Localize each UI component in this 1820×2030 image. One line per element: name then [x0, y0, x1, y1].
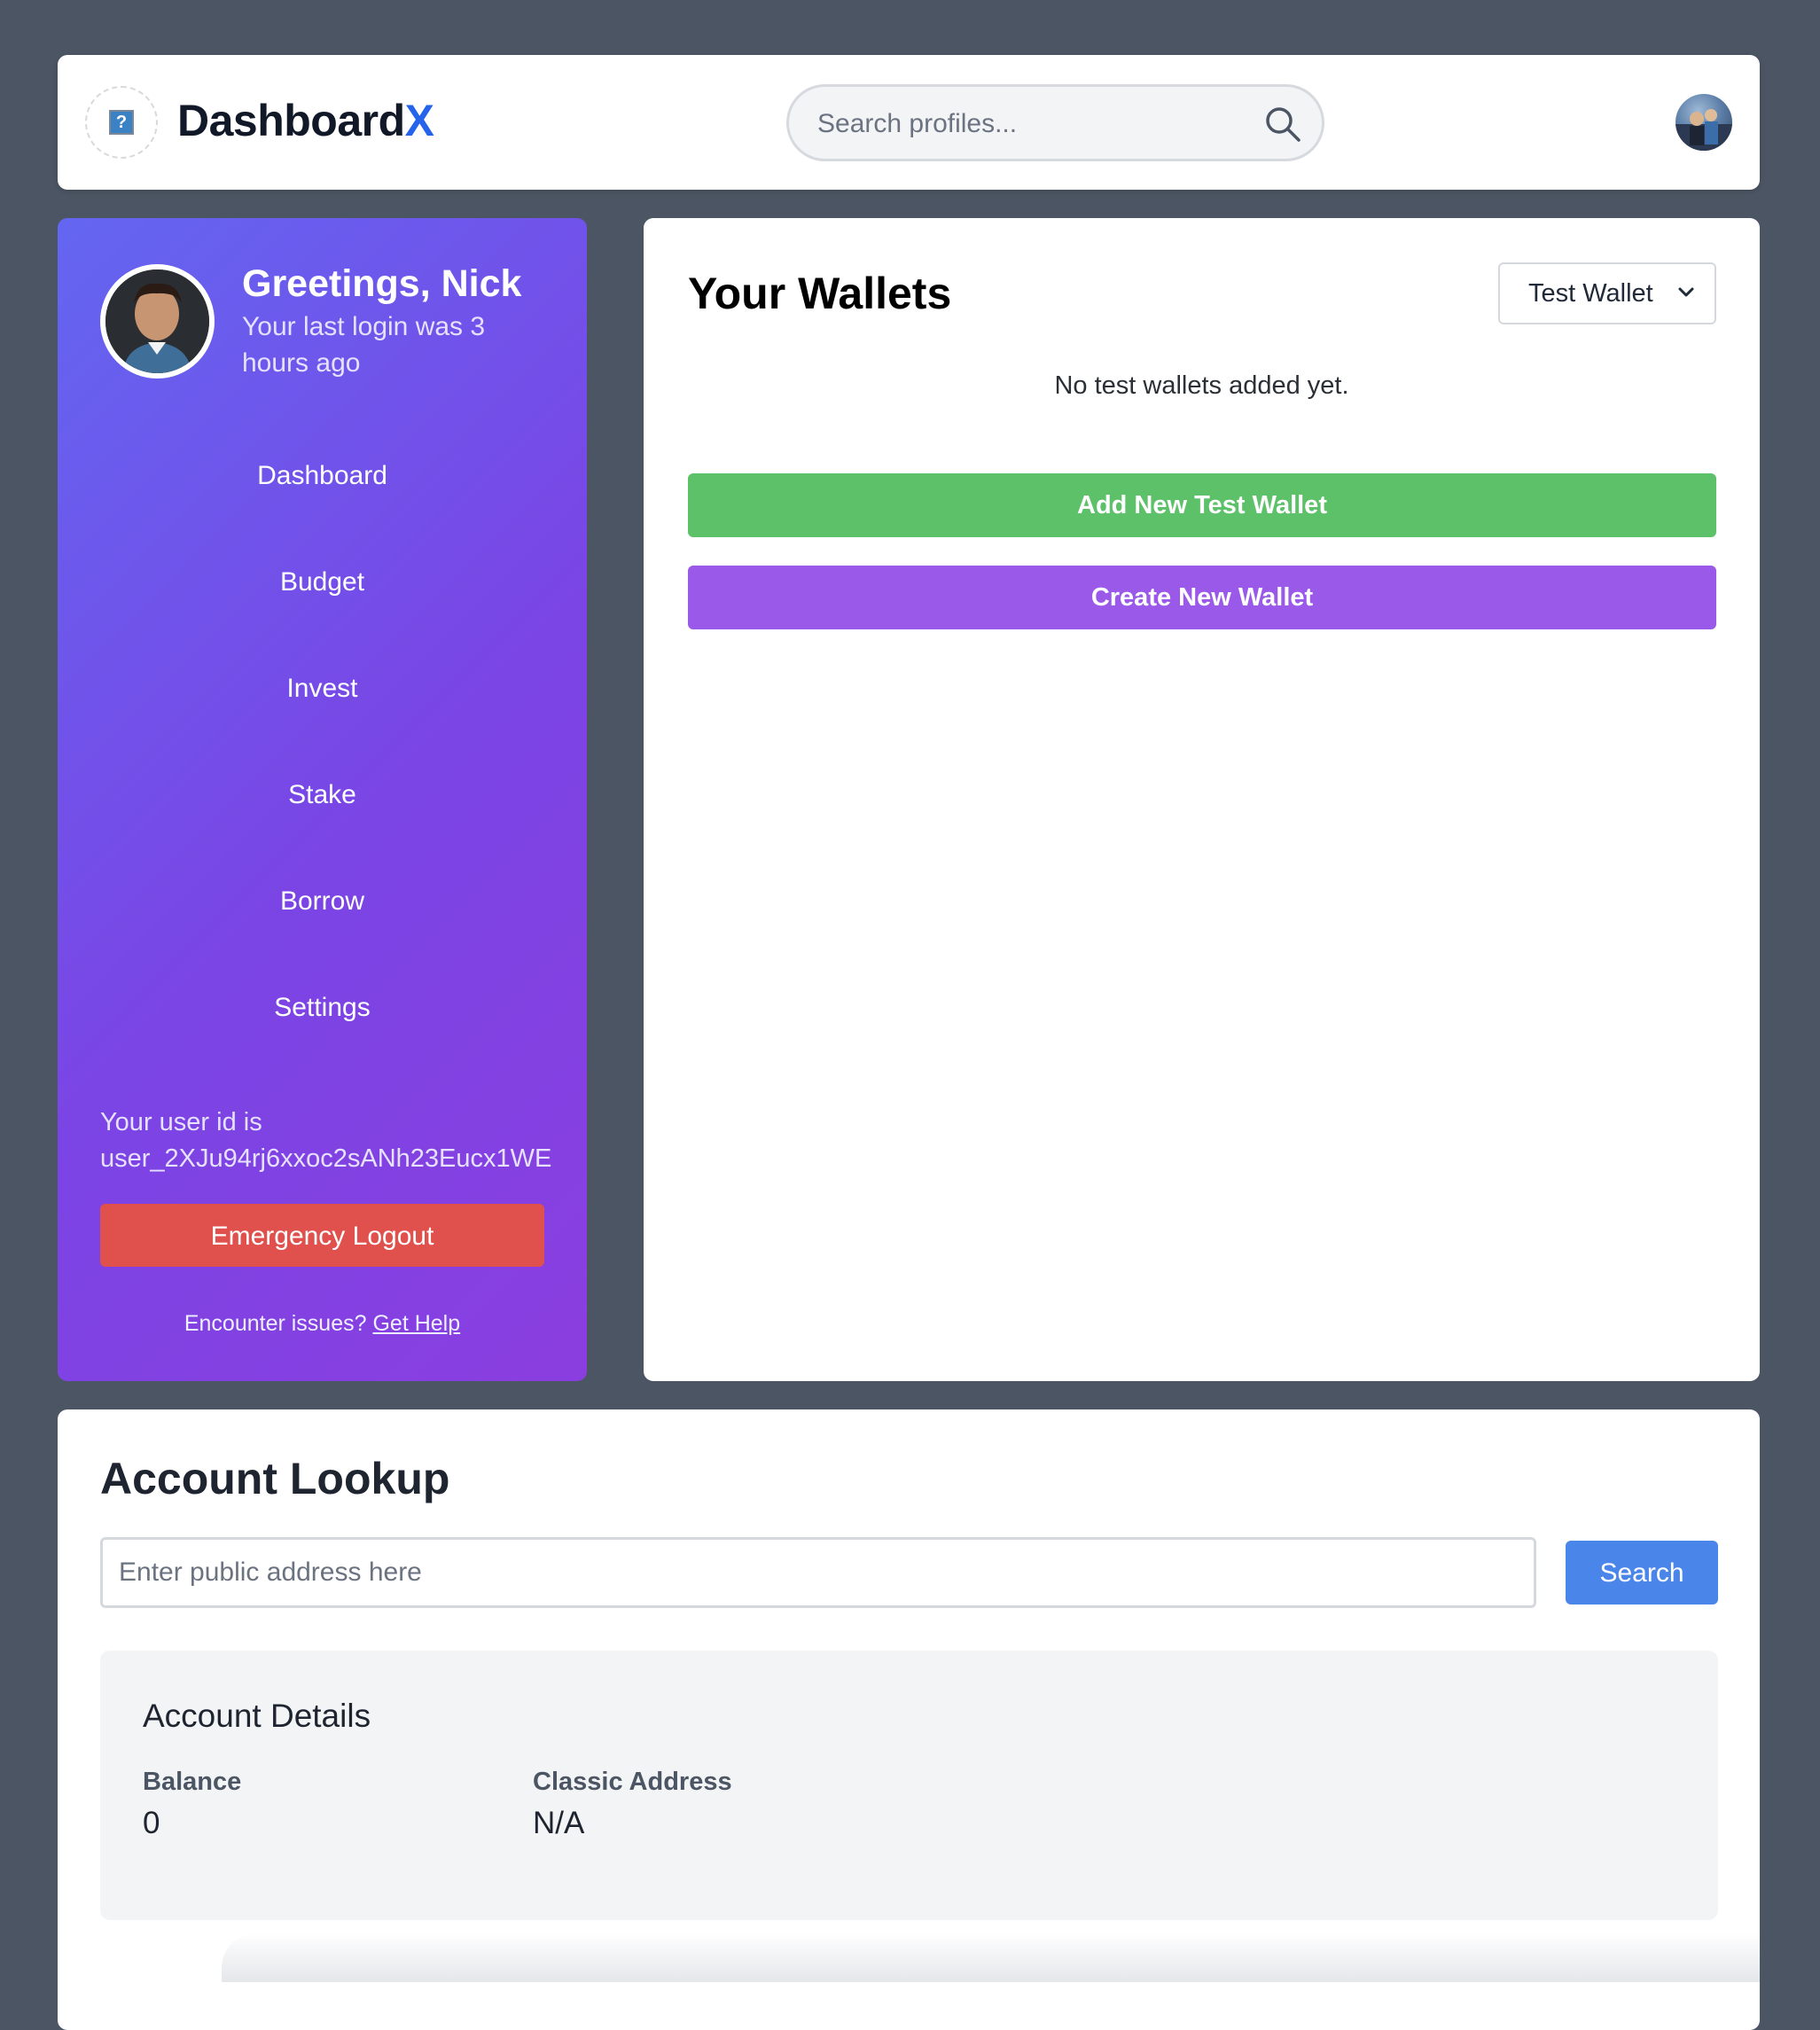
nav-settings[interactable]: Settings	[58, 981, 587, 1035]
account-lookup-title: Account Lookup	[100, 1454, 450, 1503]
wallet-type-select[interactable]: Test Wallet	[1498, 262, 1716, 324]
nav-dashboard[interactable]: Dashboard	[58, 449, 587, 503]
search-icon[interactable]	[1263, 105, 1302, 144]
profile-search	[786, 84, 1324, 161]
help-line: Encounter issues? Get Help	[58, 1308, 587, 1339]
profile-photo	[105, 269, 209, 373]
help-prefix: Encounter issues?	[184, 1311, 367, 1336]
user-avatar[interactable]	[1675, 94, 1732, 151]
nav-budget[interactable]: Budget	[58, 556, 587, 609]
add-test-wallet-button[interactable]: Add New Test Wallet	[688, 473, 1716, 537]
broken-image-icon: ?	[109, 110, 134, 135]
brand-accent: X	[404, 96, 434, 145]
classic-address-value: N/A	[533, 1806, 585, 1840]
bottom-fade	[222, 1932, 1760, 1982]
wallet-type-selected: Test Wallet	[1528, 279, 1653, 308]
emergency-logout-button[interactable]: Emergency Logout	[100, 1204, 544, 1267]
get-help-link[interactable]: Get Help	[372, 1311, 460, 1336]
user-id-value: user_2XJu94rj6xxoc2sANh23Eucx1WE	[100, 1144, 552, 1173]
profile-avatar	[100, 264, 215, 379]
greeting-heading: Greetings, Nick	[242, 262, 522, 305]
lookup-search-button[interactable]: Search	[1566, 1541, 1718, 1604]
empty-wallets-message: No test wallets added yet.	[1054, 371, 1349, 400]
public-address-input[interactable]	[100, 1537, 1536, 1608]
nav-borrow[interactable]: Borrow	[58, 875, 587, 928]
chevron-down-icon	[1678, 287, 1694, 297]
logo-icon[interactable]: ?	[85, 86, 158, 159]
profile-search-input[interactable]	[816, 87, 1245, 160]
nav-stake[interactable]: Stake	[58, 769, 587, 822]
brand-name: Dashboard	[177, 96, 405, 145]
avatar-photo	[1675, 109, 1732, 151]
account-details-box	[100, 1651, 1718, 1920]
account-details-title: Account Details	[143, 1698, 371, 1734]
classic-address-label: Classic Address	[533, 1768, 732, 1796]
create-wallet-button[interactable]: Create New Wallet	[688, 566, 1716, 629]
user-id-label: Your user id is	[100, 1108, 262, 1136]
wallets-title: Your Wallets	[688, 269, 952, 318]
last-login-text: Your last login was 3 hours ago	[242, 312, 486, 378]
brand-logo[interactable]: DashboardX	[177, 92, 434, 149]
balance-value: 0	[143, 1806, 160, 1840]
nav-invest[interactable]: Invest	[58, 662, 587, 715]
balance-label: Balance	[143, 1768, 242, 1796]
